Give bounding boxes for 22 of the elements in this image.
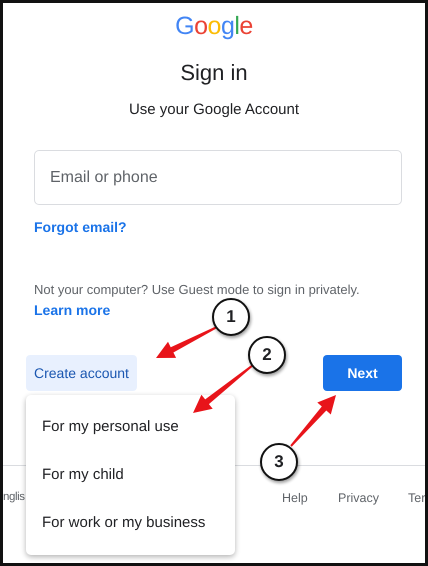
forgot-email-link[interactable]: Forgot email? <box>34 217 127 238</box>
footer-link[interactable]: Ter <box>408 489 425 508</box>
guest-mode-notice: Not your computer? Use Guest mode to sign in privately. <box>34 281 361 299</box>
page-title: Sign in <box>179 59 249 87</box>
step-number-badge: 2 <box>248 336 286 374</box>
step-number-badge: 1 <box>212 298 250 336</box>
menu-item[interactable]: For my personal use <box>26 403 235 451</box>
callout-arrow <box>156 326 218 358</box>
subtitle: Use your Google Account <box>128 100 300 120</box>
menu-item[interactable]: For work or my business <box>26 499 235 547</box>
step-number-badge: 3 <box>260 443 298 481</box>
callout-arrow <box>193 364 254 413</box>
footer-link[interactable]: Privacy <box>338 489 379 508</box>
footer-link[interactable]: Help <box>282 489 308 508</box>
create-account-button[interactable]: Create account <box>26 355 137 391</box>
next-button[interactable]: Next <box>323 355 402 391</box>
email-field[interactable]: Email or phone <box>34 150 402 205</box>
callout-arrow <box>290 395 336 447</box>
menu-item[interactable]: For my child <box>26 451 235 499</box>
google-logo: Google <box>174 11 254 42</box>
learn-more-link[interactable]: Learn more <box>34 302 110 318</box>
language-selector[interactable]: nglis <box>3 489 25 506</box>
